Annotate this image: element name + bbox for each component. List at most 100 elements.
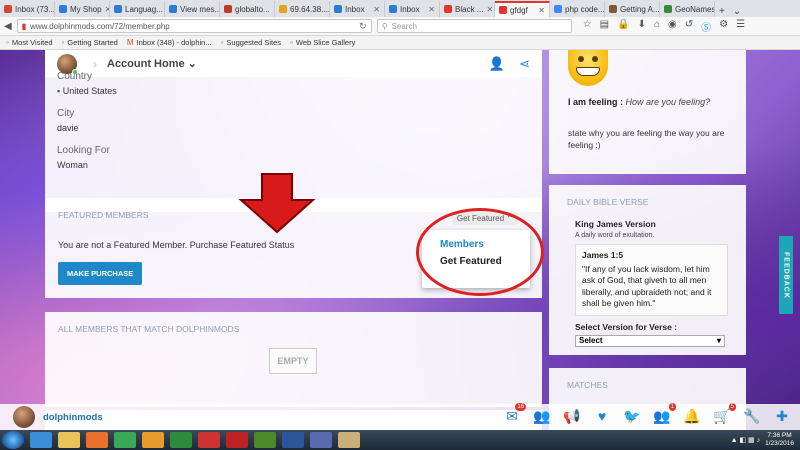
browser-tab[interactable]: Black ... ✕: [440, 1, 495, 17]
tray-icons[interactable]: ▲ ◧ ▦ ♪: [731, 436, 761, 444]
address-bar[interactable]: ▮ www.dolphinmods.com/72/member.php ↻: [16, 19, 372, 33]
search-icon: ⚲: [381, 21, 388, 31]
tab-label: Inbox: [400, 4, 420, 14]
bookmark-item[interactable]: ▫ Most Visited: [6, 38, 53, 47]
browser-nav-bar: ◀ ▮ www.dolphinmods.com/72/member.php ↻ …: [0, 17, 800, 36]
taskbar-excel-icon[interactable]: [170, 432, 192, 448]
group-icon[interactable]: 👥 1: [653, 403, 676, 425]
grinning-face-icon[interactable]: [568, 50, 608, 86]
pocket-icon[interactable]: ◉: [668, 19, 677, 34]
username[interactable]: dolphinmods: [43, 412, 103, 423]
search-input[interactable]: ⚲ Search: [376, 19, 572, 33]
cart-icon[interactable]: 🛒 5: [713, 403, 736, 425]
tab-favicon-icon: [554, 5, 562, 13]
bookmark-item[interactable]: ▫ Web Slice Gallery: [290, 38, 355, 47]
empty-placeholder: EMPTY: [269, 348, 317, 374]
search-placeholder: Search: [391, 21, 417, 31]
lock-icon[interactable]: 🔒: [617, 19, 629, 34]
make-purchase-button[interactable]: MAKE PURCHASE: [58, 262, 143, 285]
clock[interactable]: 7:36 PM 1/23/2016: [765, 432, 794, 448]
browser-tab[interactable]: View mes...✕: [165, 1, 220, 17]
mail-icon[interactable]: ✉ 16: [503, 403, 526, 425]
taskbar-frog-icon[interactable]: [254, 432, 276, 448]
browser-tab[interactable]: Languag...✕: [110, 1, 165, 17]
verse-text: "If any of you lack wisdom, let him ask …: [582, 264, 712, 309]
user-icon[interactable]: 👤: [489, 56, 505, 72]
page-background: › Account Home ⌄ 👤 ⋖ Country ▪ United St…: [0, 50, 800, 430]
browser-tab[interactable]: globalto...✕: [220, 1, 275, 17]
bookmark-item[interactable]: ▫ Suggested Sites: [221, 38, 281, 47]
bible-verse-card: DAILY BIBLE VERSE King James Version A d…: [549, 185, 746, 355]
download-icon[interactable]: ⬇: [638, 19, 646, 34]
system-tray: ▲ ◧ ▦ ♪ 7:36 PM 1/23/2016: [731, 432, 800, 448]
taskbar-outlook-icon[interactable]: [142, 432, 164, 448]
taskbar-chrome-icon[interactable]: [114, 432, 136, 448]
feeling-line[interactable]: I am feeling : How are you feeling?: [568, 97, 710, 107]
taskbar-filezilla-icon[interactable]: [226, 432, 248, 448]
feeling-reason[interactable]: state why you are feeling the way you ar…: [568, 127, 743, 152]
bible-subtitle: A daily word of exultation.: [575, 232, 655, 239]
browser-tab[interactable]: GeoNames✕: [660, 1, 715, 17]
browser-tab[interactable]: My Shop✕: [55, 1, 110, 17]
reload-icon[interactable]: ↻: [359, 21, 367, 32]
home-icon[interactable]: ⌂: [654, 19, 660, 34]
tab-label: Inbox: [345, 4, 365, 14]
close-icon[interactable]: ✕: [373, 5, 380, 14]
verse-reference: James 1:5: [582, 250, 624, 260]
browser-tab[interactable]: gfdgf ✕: [495, 1, 550, 17]
avatar[interactable]: [13, 406, 35, 428]
skype-icon[interactable]: Ⓢ: [701, 19, 711, 34]
tab-label: gfdgf: [510, 5, 528, 15]
plus-icon[interactable]: ✚: [773, 407, 791, 425]
reader-icon[interactable]: ▤: [600, 19, 609, 34]
taskbar-paint-icon[interactable]: [338, 432, 360, 448]
bell-icon[interactable]: 🔔: [683, 407, 701, 425]
feedback-tab[interactable]: FEEDBACK: [779, 236, 793, 314]
tab-favicon-icon: [334, 5, 342, 13]
bookmark-item[interactable]: ▫ Getting Started: [62, 38, 118, 47]
tab-favicon-icon: [664, 5, 672, 13]
city-value: davie: [57, 123, 79, 133]
country-label: Country: [57, 71, 93, 82]
heart-icon[interactable]: ♥: [593, 407, 611, 425]
close-icon[interactable]: ✕: [428, 5, 435, 14]
new-tab-icon[interactable]: +: [715, 6, 729, 17]
taskbar-app2-icon[interactable]: [310, 432, 332, 448]
taskbar-word-icon[interactable]: [282, 432, 304, 448]
twitter-icon[interactable]: 🐦: [623, 407, 641, 425]
tab-favicon-icon: [279, 5, 287, 13]
friends-icon[interactable]: 👥: [533, 407, 551, 425]
close-icon[interactable]: ✕: [486, 5, 493, 14]
taskbar-explorer-icon[interactable]: [58, 432, 80, 448]
windows-taskbar: ▲ ◧ ▦ ♪ 7:36 PM 1/23/2016: [0, 430, 800, 450]
gear-icon[interactable]: ⚙: [719, 19, 728, 34]
sync-icon[interactable]: ↺: [685, 19, 693, 34]
browser-tab[interactable]: php code...✕: [550, 1, 605, 17]
browser-tab[interactable]: Inbox ✕: [330, 1, 385, 17]
share-icon[interactable]: ⋖: [519, 56, 530, 72]
browser-tab[interactable]: Inbox (73...✕: [0, 1, 55, 17]
taskbar-firefox-icon[interactable]: [86, 432, 108, 448]
tab-favicon-icon: [609, 5, 617, 13]
tab-list-icon[interactable]: ⌄: [729, 6, 745, 17]
close-icon[interactable]: ✕: [538, 6, 545, 15]
mail-badge: 16: [515, 403, 526, 411]
wrench-icon[interactable]: 🔧: [743, 407, 761, 425]
country-value: ▪ United States: [57, 86, 117, 96]
megaphone-icon[interactable]: 📢: [563, 407, 581, 425]
browser-tab-strip: Inbox (73...✕My Shop✕Languag...✕View mes…: [0, 0, 800, 17]
menu-icon[interactable]: ☰: [736, 19, 745, 34]
browser-tab[interactable]: Inbox ✕: [385, 1, 440, 17]
browser-tab[interactable]: Getting A...✕: [605, 1, 660, 17]
star-icon[interactable]: ☆: [583, 19, 592, 34]
taskbar-app-icon[interactable]: [198, 432, 220, 448]
browser-tab[interactable]: 69.64.38....✕: [275, 1, 330, 17]
taskbar-ie-icon[interactable]: [30, 432, 52, 448]
bookmark-item[interactable]: M Inbox (348) - dolphin...: [127, 38, 212, 47]
account-home-menu[interactable]: Account Home ⌄: [107, 57, 197, 70]
back-icon[interactable]: ◀: [4, 21, 12, 32]
start-button[interactable]: [2, 431, 24, 449]
tab-label: 69.64.38....: [290, 4, 330, 14]
matches-heading: MATCHES: [567, 380, 608, 390]
version-select[interactable]: Select ▾: [575, 334, 725, 347]
